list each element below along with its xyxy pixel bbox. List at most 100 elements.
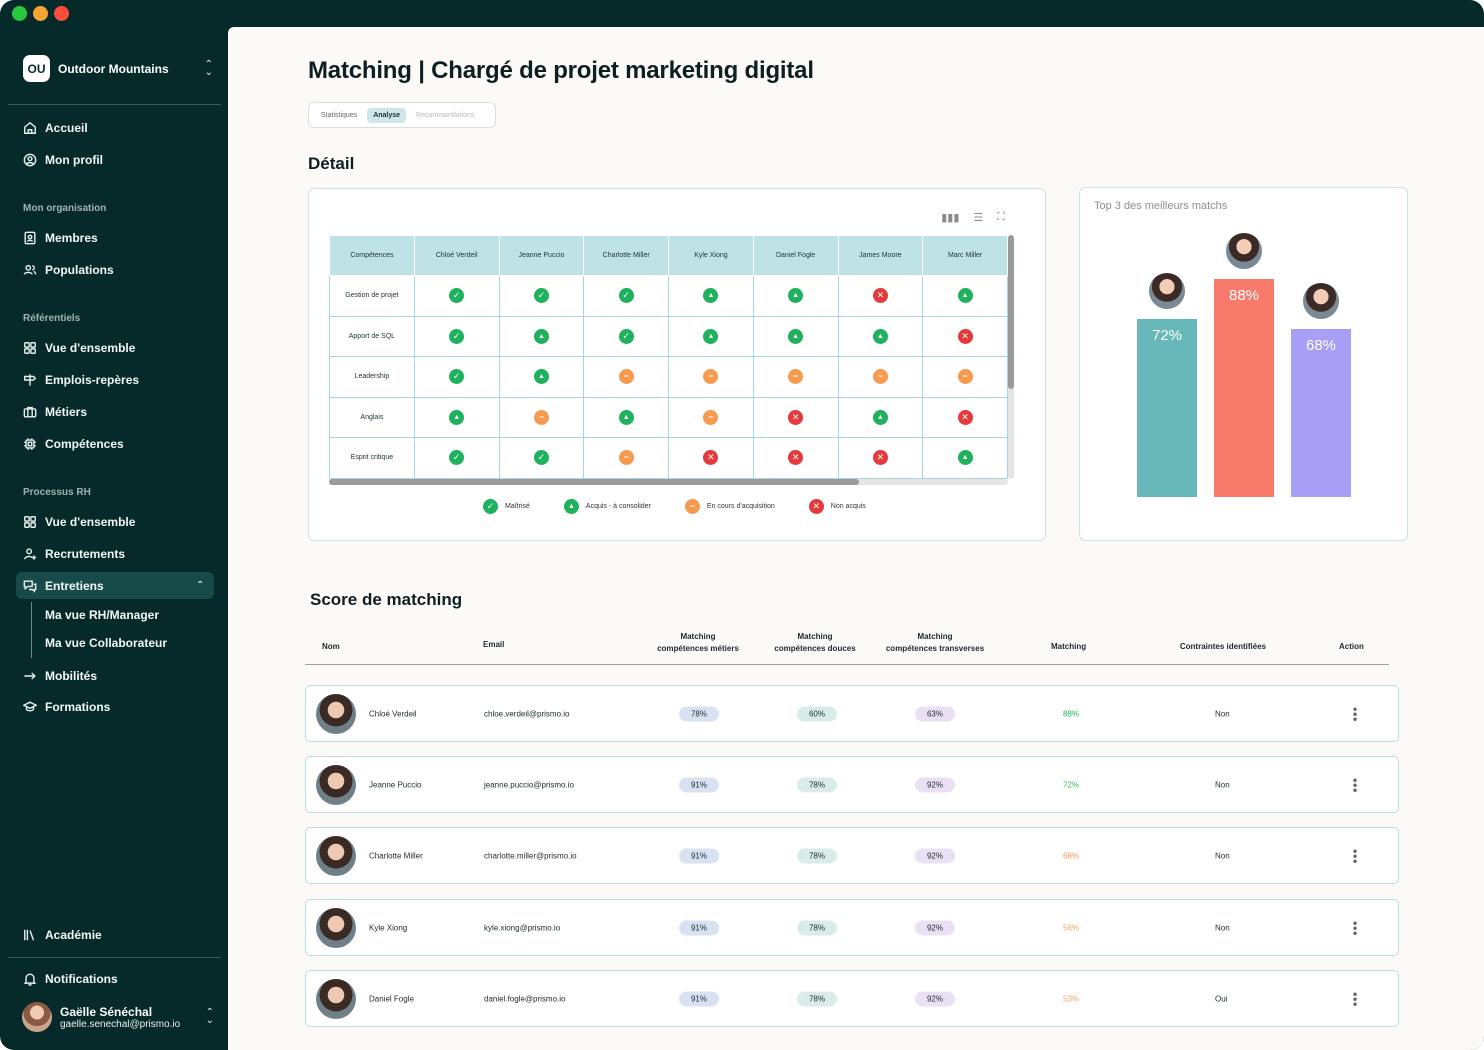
legend-label: Non acquis — [830, 503, 866, 510]
candidate-name: Jeanne Puccio — [369, 780, 422, 789]
header-email: Email — [483, 640, 505, 649]
status-cell: ✕ — [837, 437, 924, 479]
table-row: Anglais ▲ − ▲ − ✕ ▲ ✕ — [329, 396, 1008, 438]
app-window: OU Outdoor Mountains ⌃ ⌄ Accueil Mon prof… — [0, 0, 1484, 1050]
non-acquis-icon: ✕ — [957, 328, 973, 344]
contraintes-value: Non — [1215, 780, 1230, 789]
graduation-icon — [23, 701, 37, 712]
score-table-header: Nom Email Matching compétences métiers Ma… — [305, 627, 1389, 665]
horizontal-scrollbar[interactable] — [329, 479, 1008, 485]
status-cell: − — [837, 356, 924, 398]
score-transverses-pill: 92% — [915, 848, 955, 863]
maitrise-icon: ✓ — [618, 288, 634, 304]
sidebar-item-competences[interactable]: Compétences — [23, 435, 124, 453]
avatar — [316, 835, 356, 876]
rows-icon[interactable]: ☰ — [973, 211, 983, 224]
en-cours-icon: − — [618, 369, 634, 385]
maximize-window-button[interactable] — [54, 6, 69, 21]
sidebar: OU Outdoor Mountains ⌃ ⌄ Accueil Mon prof… — [0, 28, 227, 1050]
tab-analyse[interactable]: Analyse — [367, 107, 407, 123]
sidebar-item-formations[interactable]: Formations — [23, 698, 110, 716]
sidebar-item-mon-profil[interactable]: Mon profil — [23, 151, 103, 169]
sidebar-item-label: Mon profil — [45, 153, 103, 167]
chevron-up-icon[interactable]: ⌃ — [196, 580, 204, 591]
status-cell: ▲ — [922, 437, 1008, 479]
status-cell: ▲ — [752, 275, 839, 317]
sidebar-item-emplois-reperes[interactable]: Emplois-repères — [23, 371, 139, 389]
en-cours-icon: − — [618, 450, 634, 466]
status-cell: ▲ — [498, 356, 585, 398]
status-cell: ✓ — [498, 437, 585, 479]
status-cell: − — [668, 356, 754, 398]
header-matching-douces: Matching compétences douces — [774, 632, 856, 653]
sidebar-subitem-rh-manager[interactable]: Ma vue RH/Manager — [45, 608, 159, 622]
sidebar-item-entretiens[interactable]: Entretiens — [23, 577, 104, 595]
sidebar-item-label: Accueil — [45, 121, 88, 135]
user-menu[interactable]: Gaëlle Sénéchal gaelle.senechal@prismo.i… — [22, 1002, 214, 1032]
status-cell: ▲ — [583, 396, 670, 438]
fullscreen-icon[interactable]: ⛶ — [997, 211, 1005, 224]
sidebar-item-vue-ensemble-ref[interactable]: Vue d'ensemble — [23, 339, 135, 357]
maitrise-icon: ✓ — [618, 328, 634, 344]
sidebar-item-metiers[interactable]: Métiers — [23, 403, 87, 421]
close-window-button[interactable] — [12, 6, 27, 21]
sidebar-item-academie[interactable]: Académie — [23, 926, 102, 944]
status-cell: ▲ — [413, 396, 500, 438]
status-legend: ✓ Maîtrisé ▲ Acquis - à consolider − En cours… — [483, 499, 866, 514]
avatar — [1224, 231, 1264, 271]
more-actions-icon[interactable]: • • • — [1352, 916, 1358, 939]
sidebar-item-vue-ensemble-rh[interactable]: Vue d'ensemble — [23, 513, 135, 531]
columns-icon[interactable]: ▮▮▮ — [941, 211, 959, 224]
more-actions-icon[interactable]: • • • — [1352, 844, 1358, 867]
en-cours-icon: − — [788, 369, 804, 385]
bell-icon — [23, 973, 37, 986]
table-row[interactable]: Daniel Fogle daniel.fogle@prismo.io 91% 78%… — [305, 970, 1399, 1027]
skills-matrix: Compétences Chloé Verdeil Jeanne Puccio Cha… — [329, 235, 1008, 479]
minimize-window-button[interactable] — [33, 6, 48, 21]
sidebar-item-mobilites[interactable]: Mobilités — [23, 667, 97, 685]
table-row[interactable]: Charlotte Miller charlotte.miller@prismo.… — [305, 827, 1399, 884]
score-metiers-pill: 91% — [679, 848, 719, 863]
table-row[interactable]: Chloé Verdeil chloe.verdeil@prismo.io 78% 6… — [305, 685, 1399, 742]
score-douces-pill: 60% — [797, 706, 837, 721]
sidebar-item-label: Métiers — [45, 405, 88, 419]
divider — [8, 104, 221, 105]
more-actions-icon[interactable]: • • • — [1352, 702, 1358, 725]
acquis-icon: ▲ — [703, 288, 719, 304]
acquis-icon: ▲ — [872, 328, 888, 344]
column-header-candidate: Chloé Verdeil — [413, 235, 500, 276]
sidebar-subitem-collaborateur[interactable]: Ma vue Collaborateur — [45, 636, 167, 650]
section-title-organisation: Mon organisation — [23, 203, 107, 214]
members-icon — [24, 231, 36, 245]
tab-statistiques[interactable]: Statistiques — [315, 108, 363, 123]
more-actions-icon[interactable]: • • • — [1352, 773, 1358, 796]
candidate-email: daniel.fogle@prismo.io — [484, 994, 566, 1003]
sidebar-item-membres[interactable]: Membres — [23, 229, 98, 247]
column-header-candidate: Daniel Fogle — [752, 235, 839, 276]
table-row[interactable]: Jeanne Puccio jeanne.puccio@prismo.io 91% 7… — [305, 756, 1399, 813]
vertical-scrollbar[interactable] — [1008, 235, 1014, 479]
org-badge: OU — [23, 55, 50, 82]
score-metiers-pill: 91% — [679, 920, 719, 935]
page-title: Matching | Chargé de projet marketing di… — [308, 57, 814, 84]
header-nom: Nom — [322, 642, 340, 651]
tab-recommandations[interactable]: Recommandations — [410, 108, 480, 123]
column-header-candidate: Kyle Xiong — [668, 235, 754, 276]
sidebar-item-label: Compétences — [45, 437, 124, 451]
maitrise-icon: ✓ — [483, 499, 498, 514]
score-douces-pill: 78% — [797, 920, 837, 935]
org-switcher[interactable]: OU Outdoor Mountains ⌃ ⌄ — [23, 55, 213, 82]
sidebar-item-accueil[interactable]: Accueil — [23, 119, 88, 137]
header-contraintes: Contraintes identifiées — [1179, 642, 1267, 651]
status-cell: ✕ — [752, 437, 839, 479]
sidebar-item-recrutements[interactable]: Recrutements — [23, 545, 125, 563]
contraintes-value: Non — [1215, 923, 1230, 932]
sidebar-item-populations[interactable]: Populations — [23, 261, 114, 279]
table-row[interactable]: Kyle Xiong kyle.xiong@prismo.io 91% 78% 92% 5… — [305, 899, 1399, 956]
top3-bar: 88% — [1214, 279, 1274, 497]
sidebar-item-label: Formations — [45, 700, 111, 714]
maitrise-icon: ✓ — [449, 450, 465, 466]
more-actions-icon[interactable]: • • • — [1352, 987, 1358, 1010]
sidebar-item-label: Mobilités — [45, 669, 98, 683]
sidebar-item-notifications[interactable]: Notifications — [23, 970, 118, 988]
